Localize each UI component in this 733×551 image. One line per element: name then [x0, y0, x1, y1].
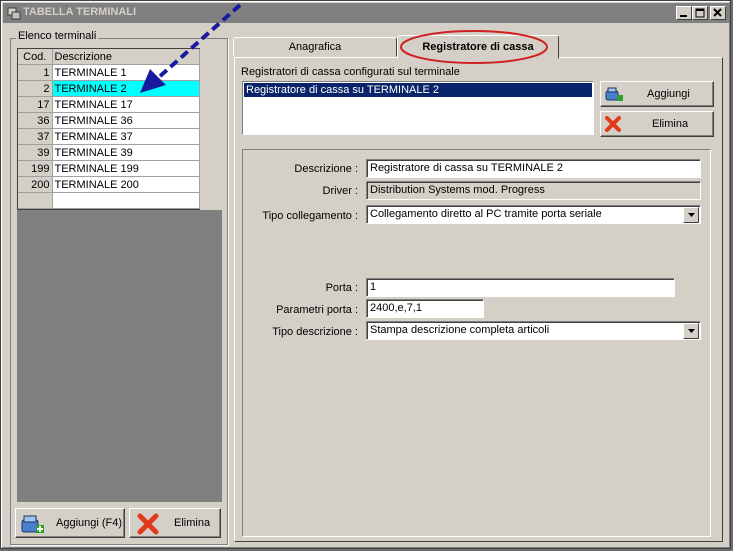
table-row[interactable]: 39 TERMINALE 39: [18, 144, 200, 161]
cell-description[interactable]: TERMINALE 200: [52, 176, 200, 193]
table-row-new[interactable]: [18, 192, 200, 209]
tipo-collegamento-label: Tipo collegamento :: [262, 210, 358, 222]
add-icon: [605, 87, 623, 101]
cell-description[interactable]: TERMINALE 37: [52, 128, 200, 145]
dropdown-button[interactable]: [683, 207, 699, 223]
app-icon: [7, 6, 21, 20]
parametri-porta-field[interactable]: 2400,e,7,1: [366, 299, 484, 318]
tab-anagrafica-label: Anagrafica: [288, 41, 342, 53]
tipo-descrizione-value: Stampa descrizione completa articoli: [370, 324, 550, 336]
table-row[interactable]: 200 TERMINALE 200: [18, 176, 200, 193]
cell-code: 199: [18, 160, 53, 177]
delete-terminal-label: Elimina: [174, 517, 211, 529]
cell-code: 200: [18, 176, 53, 193]
descrizione-label: Descrizione :: [294, 163, 358, 175]
cell-code: [18, 192, 53, 209]
tipo-collegamento-value: Collegamento diretto al PC tramite porta…: [370, 208, 602, 220]
delete-register-button[interactable]: Elimina: [600, 111, 714, 137]
register-listbox[interactable]: Registratore di cassa su TERMINALE 2: [242, 81, 594, 135]
delete-register-label: Elimina: [652, 118, 689, 130]
delete-terminal-button[interactable]: Elimina: [129, 508, 221, 538]
cell-description[interactable]: TERMINALE 17: [52, 96, 200, 113]
porta-field[interactable]: 1: [366, 278, 675, 297]
chevron-down-icon: [688, 213, 695, 217]
add-register-label: Aggiungi: [647, 88, 690, 100]
parametri-porta-label: Parametri porta :: [276, 304, 358, 316]
list-item[interactable]: Registratore di cassa su TERMINALE 2: [244, 83, 592, 97]
add-icon: [21, 515, 44, 533]
window: TABELLA TERMINALI Elenco terminali Cod. …: [0, 0, 731, 549]
close-button[interactable]: [710, 6, 726, 20]
maximize-icon: [695, 8, 705, 18]
maximize-button[interactable]: [692, 6, 708, 20]
add-terminal-button[interactable]: Aggiungi (F4): [15, 508, 125, 538]
title-bar[interactable]: TABELLA TERMINALI: [3, 3, 730, 23]
cell-code: 1: [18, 64, 53, 81]
chevron-down-icon: [688, 329, 695, 333]
driver-field: Distribution Systems mod. Progress: [366, 181, 701, 200]
cell-code: 2: [18, 80, 53, 97]
tipo-collegamento-select[interactable]: Collegamento diretto al PC tramite porta…: [366, 205, 701, 224]
cell-code: 37: [18, 128, 53, 145]
annotation-arrow: [140, 3, 242, 93]
cell-description[interactable]: TERMINALE 199: [52, 160, 200, 177]
cell-description[interactable]: TERMINALE 39: [52, 144, 200, 161]
table-row[interactable]: 199 TERMINALE 199: [18, 160, 200, 177]
window-title: TABELLA TERMINALI: [23, 6, 137, 18]
tipo-descrizione-select[interactable]: Stampa descrizione completa articoli: [366, 321, 701, 340]
terminals-group-label: Elenco terminali: [16, 30, 99, 42]
add-terminal-label: Aggiungi (F4): [56, 517, 123, 529]
tab-anagrafica[interactable]: Anagrafica: [233, 37, 397, 57]
table-row[interactable]: 37 TERMINALE 37: [18, 128, 200, 145]
cell-description[interactable]: TERMINALE 36: [52, 112, 200, 129]
table-row[interactable]: 17 TERMINALE 17: [18, 96, 200, 113]
delete-icon: [605, 116, 621, 132]
cell-description[interactable]: [52, 192, 200, 209]
driver-label: Driver :: [322, 185, 358, 197]
descrizione-field[interactable]: Registratore di cassa su TERMINALE 2: [366, 159, 701, 178]
dropdown-button[interactable]: [683, 323, 699, 339]
minimize-button[interactable]: [676, 6, 692, 20]
register-list-label: Registratori di cassa configurati sul te…: [241, 66, 460, 78]
delete-icon: [137, 513, 159, 535]
grid-empty-area: [17, 210, 222, 502]
annotation-circle: [400, 30, 548, 64]
tipo-descrizione-label: Tipo descrizione :: [272, 326, 358, 338]
minimize-icon: [680, 15, 687, 17]
cell-code: 17: [18, 96, 53, 113]
column-header-code[interactable]: Cod.: [18, 49, 53, 65]
table-row[interactable]: 36 TERMINALE 36: [18, 112, 200, 129]
cell-code: 39: [18, 144, 53, 161]
cell-code: 36: [18, 112, 53, 129]
porta-label: Porta :: [325, 282, 358, 294]
add-register-button[interactable]: Aggiungi: [600, 81, 714, 107]
close-icon: [713, 8, 722, 17]
